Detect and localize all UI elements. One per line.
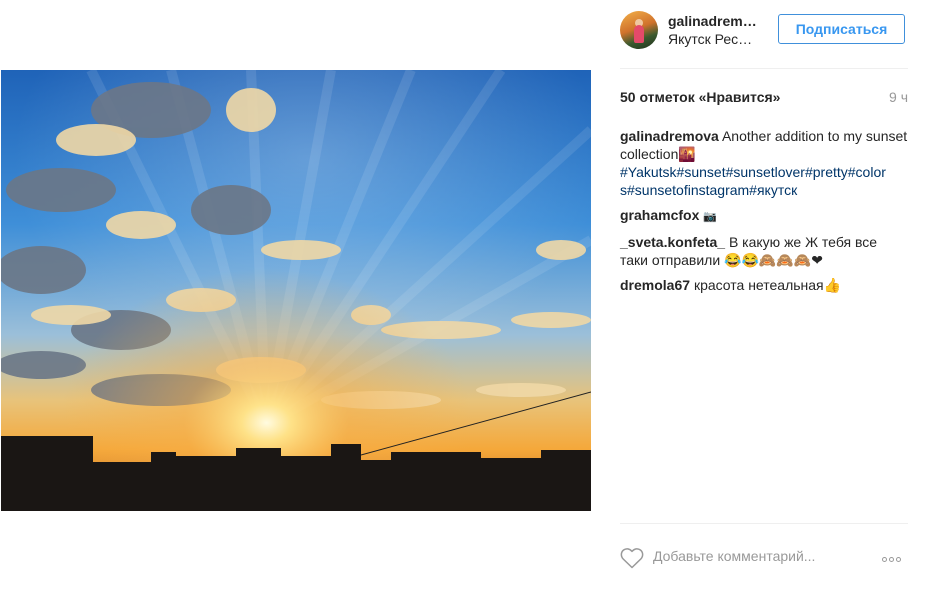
comment-item: grahamcfox 📷 — [620, 206, 908, 226]
post-side-panel: galinadrem… Якутск Рес… Подписаться 50 о… — [620, 0, 908, 589]
dot-shape — [889, 557, 894, 562]
follow-button[interactable]: Подписаться — [778, 14, 905, 44]
post-header: galinadrem… Якутск Рес… Подписаться — [620, 11, 908, 51]
comment-item: _sveta.konfeta_ В какую же Ж тебя все та… — [620, 233, 908, 269]
dot-shape — [896, 557, 901, 562]
comment-bar — [620, 536, 908, 576]
dot-shape — [882, 557, 887, 562]
instagram-post-page: galinadrem… Якутск Рес… Подписаться 50 о… — [0, 0, 928, 589]
hashtags-line-2[interactable]: s#sunsetofinstagram#якутск — [620, 181, 908, 199]
comment-username[interactable]: _sveta.konfeta_ — [620, 234, 725, 250]
comment-item: galinadremova Another addition to my sun… — [620, 127, 908, 199]
comment-item: dremola67 красота нетеальная👍 — [620, 276, 908, 294]
avatar-figure-shape — [634, 25, 644, 43]
post-location[interactable]: Якутск Рес… — [668, 31, 752, 47]
author-username[interactable]: galinadrem… — [668, 13, 757, 29]
divider — [620, 523, 908, 524]
more-options-icon[interactable] — [882, 549, 908, 563]
hashtags-line-1[interactable]: #Yakutsk#sunset#sunsetlover#pretty#color — [620, 163, 908, 181]
comment-text: красота нетеальная👍 — [693, 277, 842, 293]
likes-row: 50 отметок «Нравится» 9 ч — [620, 89, 908, 107]
comment-username[interactable]: grahamcfox — [620, 207, 699, 223]
comments-list: galinadremova Another addition to my sun… — [620, 127, 908, 301]
post-photo[interactable] — [1, 70, 591, 511]
sunset-photo-image — [1, 70, 591, 511]
heart-icon[interactable] — [620, 547, 644, 569]
comment-username[interactable]: galinadremova — [620, 128, 719, 144]
likes-count[interactable]: 50 отметок «Нравится» — [620, 89, 780, 105]
avatar[interactable] — [620, 11, 658, 49]
comment-text: 📷 — [703, 211, 717, 223]
comment-username[interactable]: dremola67 — [620, 277, 690, 293]
divider — [620, 68, 908, 69]
post-time[interactable]: 9 ч — [889, 89, 908, 105]
comment-input[interactable] — [653, 544, 868, 568]
